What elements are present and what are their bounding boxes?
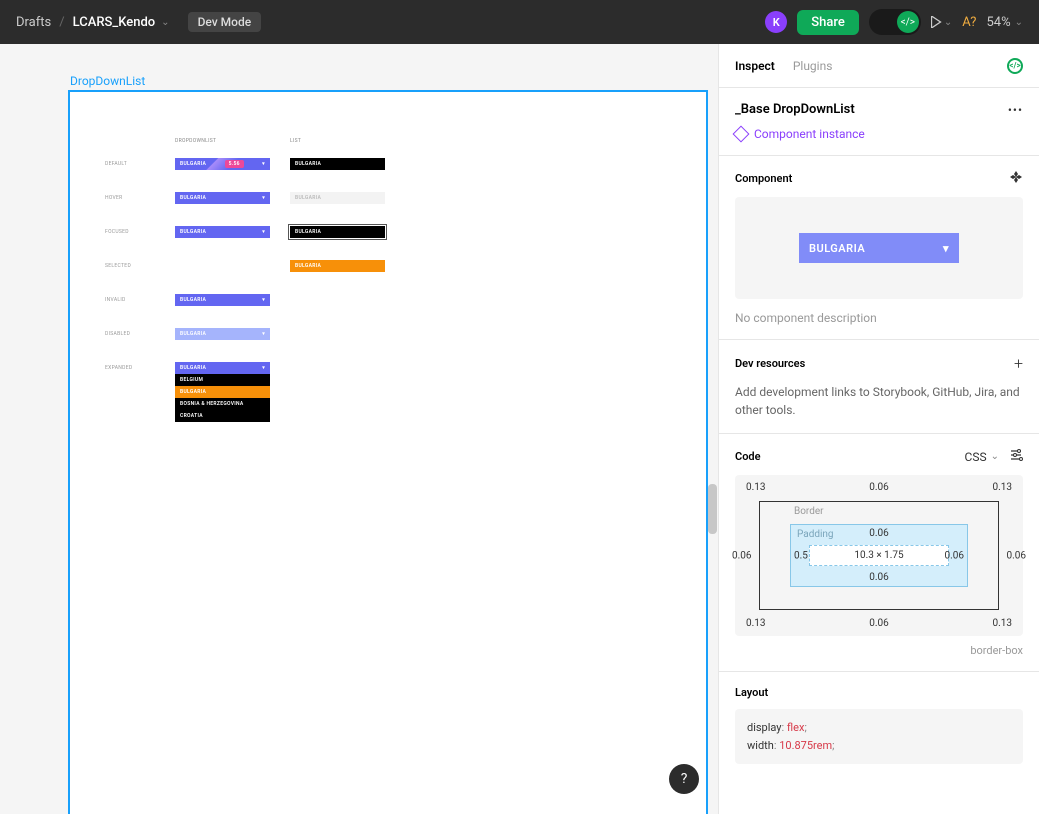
row-label: Focused [105, 226, 175, 235]
dropdown-focused[interactable]: Bulgaria▾ [175, 226, 270, 238]
list-hover[interactable]: Bulgaria [290, 192, 385, 204]
share-button[interactable]: Share [797, 10, 859, 35]
scrollbar-thumb[interactable] [708, 484, 717, 534]
chevron-down-icon: ▾ [262, 331, 265, 337]
padding-label: Padding [797, 529, 834, 540]
file-name[interactable]: LCARS_Kendo ⌄ [73, 15, 170, 30]
zoom-control[interactable]: 54% ⌄ [986, 15, 1023, 30]
border-label: Border [794, 506, 824, 517]
dev-mode-toggle[interactable]: </> [869, 9, 921, 35]
row-label: Selected [105, 260, 175, 269]
code-icon: </> [897, 11, 919, 33]
avatar[interactable]: K [765, 11, 787, 33]
component-description: No component description [735, 311, 1023, 325]
content-size: 10.3 × 1.75 [809, 545, 949, 566]
play-button[interactable]: ⌄ [931, 16, 952, 28]
component-config-icon[interactable] [1009, 170, 1023, 187]
frame-label[interactable]: DropDownList [70, 74, 145, 88]
component-instance-link[interactable]: Component instance [735, 127, 1023, 141]
dropdown-expanded[interactable]: Bulgaria▾ Belgium Bulgaria Bosnia & Herz… [175, 362, 270, 422]
code-settings-icon[interactable] [1009, 448, 1023, 465]
preview-dropdown: Bulgaria ▾ [799, 233, 959, 263]
add-resource-button[interactable]: + [1014, 354, 1023, 373]
box-model-diagram: Border 0.13 0.06 0.13 0.06 0.06 0.13 0.0… [735, 475, 1023, 636]
list-item[interactable]: Bulgaria [175, 386, 270, 398]
component-section-title: Component [735, 172, 792, 185]
dropdown-default[interactable]: Bulgaria 5.56 ▾ [175, 158, 270, 170]
dev-resources-title: Dev resources [735, 357, 805, 370]
list-item[interactable]: Bosnia & Herzegovina [175, 398, 270, 410]
row-label: Invalid [105, 294, 175, 303]
breadcrumb-separator: / [59, 15, 64, 30]
list-default[interactable]: Bulgaria [290, 158, 385, 170]
box-sizing-label: border-box [735, 644, 1023, 657]
dev-resources-hint: Add development links to Storybook, GitH… [735, 383, 1023, 419]
component-preview: Bulgaria ▾ [735, 197, 1023, 299]
code-section-title: Code [735, 450, 761, 463]
more-icon[interactable]: ••• [1008, 103, 1023, 117]
canvas[interactable]: DropDownList DropDownList List Default B… [0, 44, 718, 814]
chevron-down-icon[interactable]: ⌄ [944, 17, 952, 28]
selection-title: _Base DropDownList [735, 102, 855, 117]
dev-mode-badge[interactable]: Dev Mode [188, 12, 262, 32]
column-header: List [290, 138, 405, 144]
row-label: Expanded [105, 362, 175, 371]
column-header: DropDownList [175, 138, 290, 144]
panel-tabs: Inspect Plugins </> [719, 44, 1039, 88]
chevron-down-icon: ▾ [262, 229, 265, 235]
chevron-down-icon: ▾ [262, 161, 265, 167]
selected-frame[interactable]: DropDownList List Default Bulgaria 5.56 … [68, 90, 708, 814]
chevron-down-icon: ▾ [943, 242, 949, 255]
list-selected[interactable]: Bulgaria [290, 260, 385, 272]
dropdown-selected[interactable]: Bulgaria [175, 260, 270, 272]
list-item[interactable]: Croatia [175, 410, 270, 422]
dropdown-invalid[interactable]: Bulgaria▾ [175, 294, 270, 306]
drafts-link[interactable]: Drafts [16, 15, 51, 30]
row-label: Disabled [105, 328, 175, 337]
chevron-down-icon: ▾ [262, 297, 265, 303]
breadcrumb: Drafts / LCARS_Kendo ⌄ Dev Mode [16, 12, 261, 32]
chevron-down-icon: ▾ [262, 195, 265, 201]
help-button[interactable]: ? [669, 764, 699, 794]
tab-inspect[interactable]: Inspect [735, 47, 775, 85]
css-code-block[interactable]: display: flex; width: 10.875rem; [735, 709, 1023, 764]
row-label: Hover [105, 192, 175, 201]
chevron-down-icon: ⌄ [1015, 17, 1023, 28]
code-language-select[interactable]: CSS ⌄ [965, 450, 999, 464]
row-label: Default [105, 158, 175, 167]
topbar-right: K Share </> ⌄ A? 54% ⌄ [765, 9, 1023, 35]
instance-icon [733, 126, 750, 143]
chevron-down-icon[interactable]: ⌄ [161, 17, 169, 28]
tab-plugins[interactable]: Plugins [793, 47, 833, 85]
dropdown-hover[interactable]: Bulgaria▾ [175, 192, 270, 204]
measurement-badge: 5.56 [225, 160, 244, 168]
dev-status-icon[interactable]: </> [1007, 58, 1023, 74]
missing-fonts-icon[interactable]: A? [962, 15, 976, 30]
list-focused[interactable]: Bulgaria [290, 226, 385, 238]
layout-section-title: Layout [735, 686, 768, 699]
dropdown-disabled: Bulgaria▾ [175, 328, 270, 340]
chevron-down-icon: ⌄ [991, 451, 999, 462]
inspect-panel: Inspect Plugins </> _Base DropDownList •… [718, 44, 1039, 814]
list-item[interactable]: Belgium [175, 374, 270, 386]
topbar: Drafts / LCARS_Kendo ⌄ Dev Mode K Share … [0, 0, 1039, 44]
chevron-down-icon: ▾ [262, 365, 265, 371]
